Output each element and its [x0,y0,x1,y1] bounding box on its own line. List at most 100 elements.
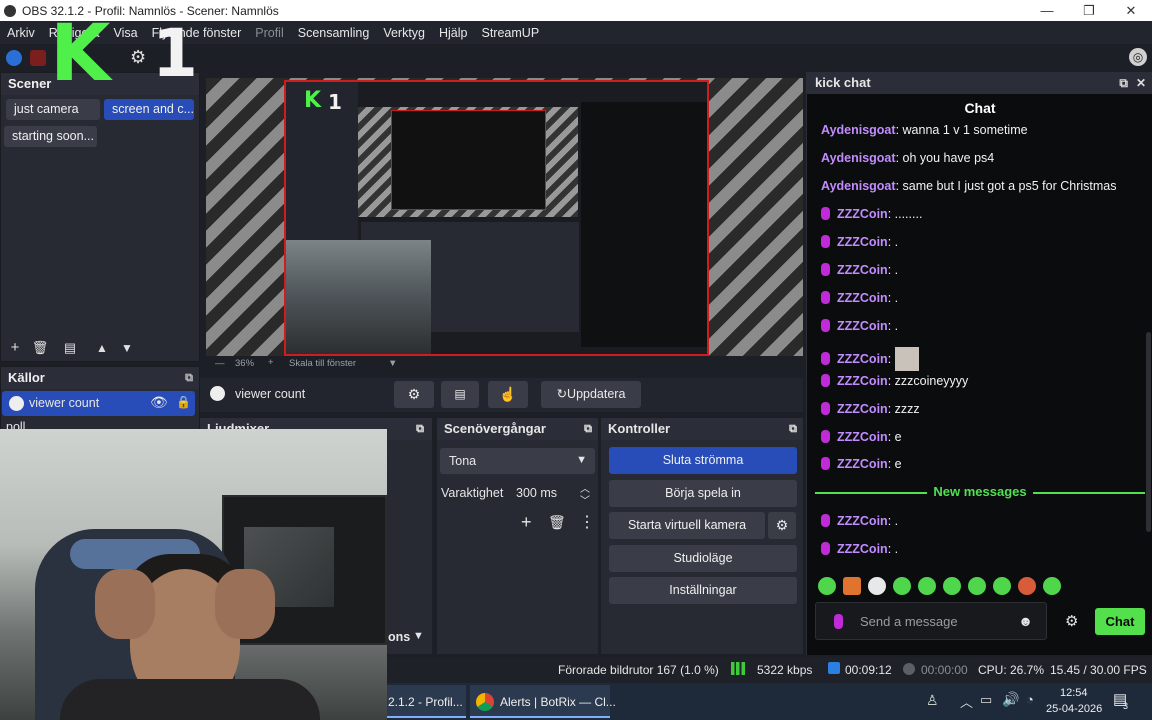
source-filters-icon[interactable]: ▤ [441,381,479,408]
undock-icon[interactable]: ⧉ [584,418,592,440]
move-up-icon[interactable]: ▲ [91,337,113,359]
emote-icon[interactable] [868,577,886,595]
transition-select[interactable]: Tona ▼ [440,448,595,474]
scene-filters-icon[interactable]: ▤ [59,337,81,359]
zoom-out-icon[interactable]: — [215,358,225,369]
start-recording-button[interactable]: Börja spela in [609,480,797,507]
stream-status-icon[interactable] [6,50,22,66]
new-messages-divider: New messages [815,484,1145,500]
emote-icon[interactable] [818,577,836,595]
refresh-button[interactable]: ↻Uppdatera [541,381,641,408]
undock-icon[interactable]: ⧉ [416,418,424,440]
zoom-in-icon[interactable]: + [268,357,274,368]
taskbar-obs[interactable]: 2.1.2 - Profil... [386,685,466,718]
menu-visa[interactable]: Visa [107,26,145,40]
source-properties-gear-icon[interactable]: ⚙ [394,381,434,408]
kick-chat-dock: kick chat ⧉ ✕ Chat Aydenisgoat: wanna 1 … [806,72,1152,655]
emote-icon[interactable] [943,577,961,595]
scene-starting-soon[interactable]: starting soon... [4,126,97,147]
emote-icon[interactable] [1043,577,1061,595]
emote-icon[interactable] [1018,577,1036,595]
program-preview[interactable]: K 1 [206,78,803,356]
scale-dropdown-icon[interactable]: ▼ [388,358,397,369]
source-label: viewer count [29,396,100,410]
sources-title: Källor ⧉ [1,367,199,389]
menu-verktyg[interactable]: Verktyg [376,26,432,40]
studio-mode-button[interactable]: Studioläge [609,545,797,572]
move-down-icon[interactable]: ▼ [116,337,138,359]
scene-just-camera[interactable]: just camera [6,99,100,120]
taskbar-chrome[interactable]: Alerts | BotRix — Cl... [470,685,616,718]
menu-scensamling[interactable]: Scensamling [291,26,377,40]
wifi-icon[interactable]: ◔ [1026,692,1034,707]
settings-button[interactable]: Inställningar [609,577,797,604]
kick-logo-number: 1 [152,15,198,92]
undock-icon[interactable]: ⧉ [789,418,797,440]
chat-settings-gear-icon[interactable]: ⚙ [1065,612,1078,630]
emote-icon[interactable] [918,577,936,595]
battery-icon[interactable]: ▭ [980,692,992,708]
mic-badge-icon [821,291,830,304]
emote-icon[interactable] [968,577,986,595]
maximize-button[interactable]: ❐ [1068,0,1110,21]
emote-icon[interactable] [993,577,1011,595]
chat-scrollbar[interactable] [1146,332,1151,532]
chat-message: ZZZCoin: e [821,457,902,471]
undock-icon[interactable]: ⧉ [1119,72,1128,94]
mic-badge-icon [821,374,830,387]
clock-time[interactable]: 12:54 [1060,687,1088,699]
chat-send-button[interactable]: Chat [1095,608,1145,635]
record-status-icon[interactable] [30,50,46,66]
mic-badge-icon [821,430,830,443]
visibility-eye-icon[interactable]: 👁 [150,394,168,411]
mic-badge-icon [821,542,830,555]
delete-scene-icon[interactable]: 🗑 [29,337,51,359]
chat-input[interactable]: Send a message ☻ [815,602,1047,640]
account-icon[interactable]: ◎ [1129,48,1147,66]
settings-gear-icon[interactable]: ⚙ [130,47,146,68]
emoji-picker-icon[interactable]: ☻ [1018,613,1033,629]
duration-value: 300 ms [516,486,557,500]
emote-icon[interactable] [893,577,911,595]
duration-spinbox[interactable]: 300 ms ︿ ﹀ [510,480,592,507]
lock-icon[interactable]: 🔒 [176,395,191,409]
mixer-dropdown-icon[interactable]: ▼ [413,630,424,642]
virtual-camera-gear-icon[interactable]: ⚙ [768,512,796,539]
mic-badge-icon [821,457,830,470]
emote-icon[interactable] [843,577,861,595]
start-virtual-camera-button[interactable]: Starta virtuell kamera [609,512,765,539]
close-dock-icon[interactable]: ✕ [1136,72,1146,94]
menu-profil[interactable]: Profil [248,26,290,40]
source-toolbar: viewer count ⚙ ▤ ☝ ↻Uppdatera [200,378,803,412]
mic-icon [834,614,843,629]
menu-hjalp[interactable]: Hjälp [432,26,475,40]
add-scene-icon[interactable]: + [4,337,26,359]
more-options-icon[interactable]: ⋮ [579,512,595,532]
menu-arkiv[interactable]: Arkiv [0,26,42,40]
clock-date[interactable]: 25-04-2026 [1046,703,1102,715]
preview-kick-logo: K [304,88,322,113]
remove-transition-icon[interactable]: 🗑 [548,514,566,531]
interact-hand-icon[interactable]: ☝ [488,381,528,408]
scene-screen-and-camera[interactable]: screen and c... [104,99,194,120]
scale-label[interactable]: Skala till fönster [289,358,356,369]
preview-kick-number: 1 [328,90,342,114]
people-icon[interactable]: ♙ [926,692,939,709]
mic-badge-icon [821,514,830,527]
chevron-down-icon: ▼ [576,454,587,466]
add-transition-icon[interactable]: + [521,512,532,533]
spin-down-icon[interactable]: ﹀ [580,492,590,507]
minimize-button[interactable]: — [1026,0,1068,21]
mixer-menu-label[interactable]: ons [388,630,410,644]
chat-message: ZZZCoin: . [821,291,898,305]
undock-icon[interactable]: ⧉ [185,367,193,389]
source-item-viewer-count[interactable]: viewer count 👁 🔒 [2,391,195,416]
tray-chevron-up-icon[interactable]: ︿ [960,692,973,711]
chat-message: ZZZCoin: . [821,319,898,333]
chat-message: ZZZCoin: . [821,514,898,528]
stream-time: 00:09:12 [845,663,892,677]
stop-streaming-button[interactable]: Sluta strömma [609,447,797,474]
close-button[interactable]: ✕ [1110,0,1152,21]
menu-streamup[interactable]: StreamUP [475,26,547,40]
volume-icon[interactable]: 🔊 [1002,691,1019,708]
